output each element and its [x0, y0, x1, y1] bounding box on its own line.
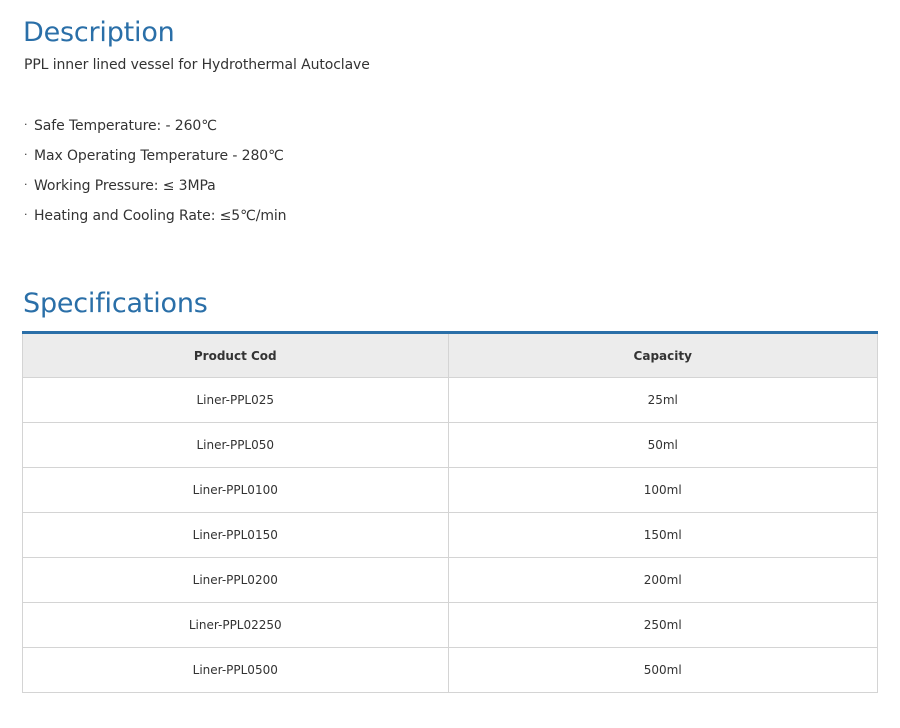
- table-row: Liner-PPL0200 200ml: [22, 557, 878, 603]
- bullet-icon: ·: [24, 178, 28, 191]
- capacity-cell: 250ml: [447, 602, 878, 648]
- table-row: Liner-PPL0100 100ml: [22, 467, 878, 513]
- capacity-cell: 200ml: [447, 557, 878, 603]
- description-title: Description: [23, 17, 175, 48]
- feature-item: · Working Pressure: ≤ 3MPa: [24, 177, 286, 207]
- product-code-cell: Liner-PPL0200: [22, 557, 449, 603]
- specifications-title: Specifications: [23, 288, 208, 319]
- table-row: Liner-PPL050 50ml: [22, 422, 878, 468]
- bullet-icon: ·: [24, 118, 28, 131]
- product-code-cell: Liner-PPL0500: [22, 647, 449, 693]
- capacity-cell: 50ml: [447, 422, 878, 468]
- feature-text: Safe Temperature: - 260℃: [34, 118, 217, 134]
- product-code-cell: Liner-PPL050: [22, 422, 449, 468]
- feature-list: · Safe Temperature: - 260℃ · Max Operati…: [24, 117, 287, 237]
- capacity-cell: 25ml: [447, 377, 878, 423]
- product-code-cell: Liner-PPL025: [22, 377, 449, 423]
- specifications-table: Product Cod Capacity Liner-PPL025 25ml L…: [22, 331, 878, 693]
- feature-text: Working Pressure: ≤ 3MPa: [34, 178, 216, 194]
- bullet-icon: ·: [24, 148, 28, 161]
- table-header-row: Product Cod Capacity: [22, 332, 878, 378]
- feature-item: · Max Operating Temperature - 280℃: [24, 147, 286, 177]
- feature-item: · Heating and Cooling Rate: ≤5℃/min: [24, 207, 287, 237]
- table-row: Liner-PPL0500 500ml: [22, 647, 878, 693]
- product-code-cell: Liner-PPL0100: [22, 467, 449, 513]
- feature-text: Max Operating Temperature - 280℃: [34, 148, 284, 164]
- header-product-code: Product Cod: [22, 332, 449, 378]
- capacity-cell: 100ml: [447, 467, 878, 513]
- header-capacity: Capacity: [447, 332, 878, 378]
- capacity-cell: 150ml: [447, 512, 878, 558]
- product-code-cell: Liner-PPL02250: [22, 602, 449, 648]
- product-code-cell: Liner-PPL0150: [22, 512, 449, 558]
- feature-item: · Safe Temperature: - 260℃: [24, 117, 286, 147]
- bullet-icon: ·: [24, 208, 28, 221]
- table-row: Liner-PPL02250 250ml: [22, 602, 878, 648]
- feature-text: Heating and Cooling Rate: ≤5℃/min: [34, 208, 287, 224]
- capacity-cell: 500ml: [447, 647, 878, 693]
- description-subtitle: PPL inner lined vessel for Hydrothermal …: [24, 57, 370, 73]
- table-row: Liner-PPL0150 150ml: [22, 512, 878, 558]
- table-row: Liner-PPL025 25ml: [22, 377, 878, 423]
